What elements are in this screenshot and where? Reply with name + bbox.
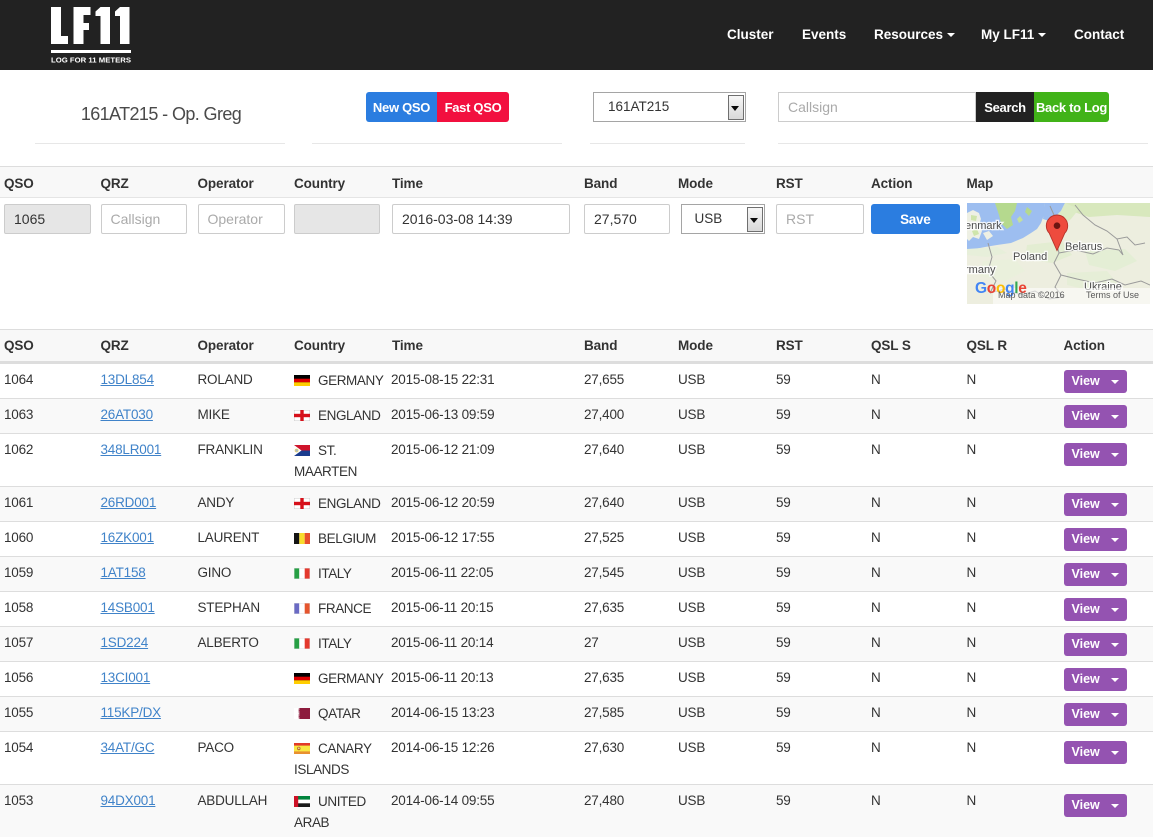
svg-text:LOG FOR 11 METERS: LOG FOR 11 METERS [51, 56, 131, 65]
svg-text:enmark: enmark [967, 220, 1002, 232]
svg-text:rmany: rmany [967, 264, 996, 276]
svg-text:Poland: Poland [1013, 251, 1047, 263]
svg-text:Belarus: Belarus [1065, 241, 1103, 253]
svg-text:Terms of Use: Terms of Use [1086, 290, 1139, 300]
svg-text:Map data ©2016: Map data ©2016 [998, 290, 1065, 300]
